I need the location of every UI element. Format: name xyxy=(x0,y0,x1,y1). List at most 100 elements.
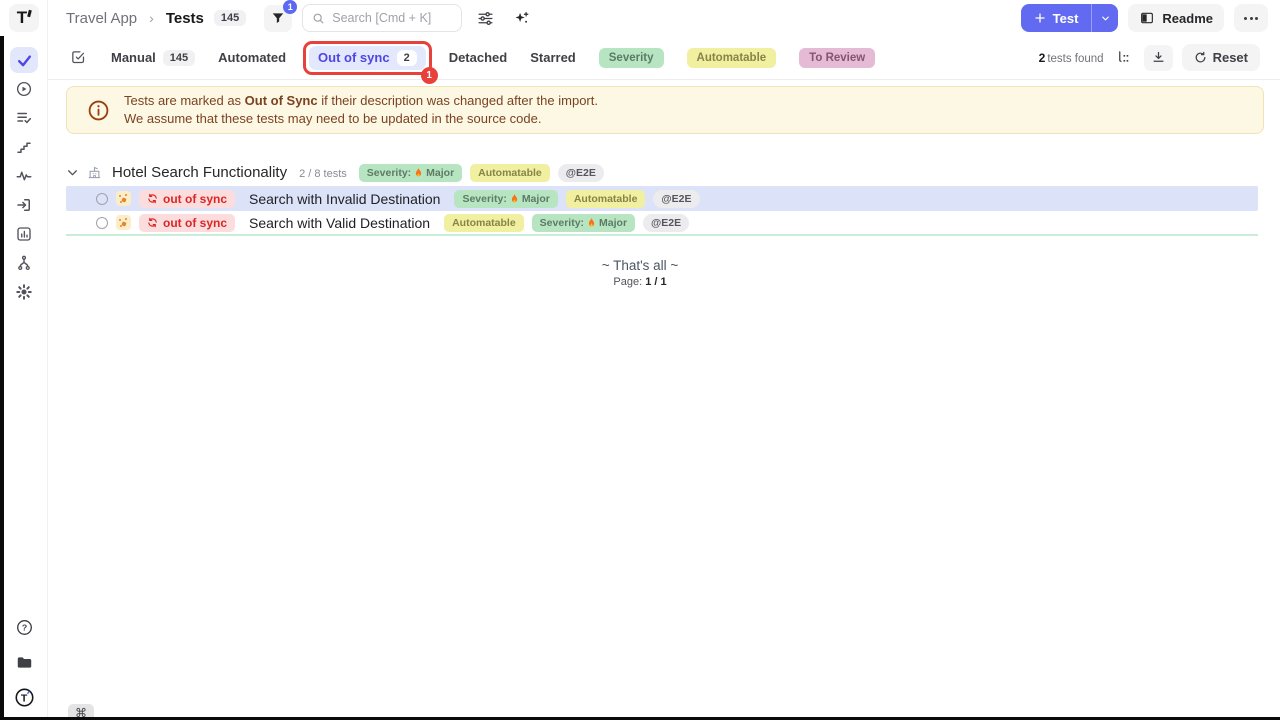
sidebar-item-branches[interactable] xyxy=(10,250,38,276)
view-settings-button[interactable] xyxy=(472,5,498,31)
flame-icon xyxy=(510,193,519,204)
readme-book-icon xyxy=(1139,10,1155,26)
tests-count-badge: 145 xyxy=(214,10,246,26)
tab-automated[interactable]: Automated xyxy=(218,50,286,65)
chevron-down-icon xyxy=(1100,13,1111,24)
new-test-label: Test xyxy=(1053,11,1079,26)
app-window: T xyxy=(0,0,1280,720)
header-actions: Test Readme xyxy=(1021,4,1268,32)
flame-icon xyxy=(587,217,596,228)
filter-pill-to-review[interactable]: To Review xyxy=(799,48,875,68)
bar-chart-icon xyxy=(15,225,33,243)
tab-detached[interactable]: Detached xyxy=(449,50,508,65)
window-edge-left xyxy=(0,36,4,720)
filter-count-badge: 1 xyxy=(283,0,297,14)
sidebar-item-reports[interactable] xyxy=(10,221,38,247)
test-title[interactable]: Search with Valid Destination xyxy=(249,215,430,231)
test-row[interactable]: out of sync Search with Invalid Destinat… xyxy=(66,186,1258,211)
app-logo-letter: T xyxy=(17,8,27,28)
flame-icon xyxy=(414,167,423,178)
ai-assist-button[interactable] xyxy=(508,5,534,31)
check-icon xyxy=(16,52,33,69)
sidebar-item-tests[interactable] xyxy=(10,47,38,73)
new-test-split-button: Test xyxy=(1021,4,1119,32)
filter-pill-automatable[interactable]: Automatable xyxy=(687,48,777,68)
suite-title[interactable]: Hotel Search Functionality xyxy=(112,164,287,181)
refresh-icon xyxy=(1194,51,1207,64)
gear-icon xyxy=(15,283,33,301)
tune-sliders-icon xyxy=(477,10,494,27)
filter-bar: Manual 145 Automated Out of sync 2 1 Det… xyxy=(48,36,1280,80)
tab-manual[interactable]: Manual 145 xyxy=(111,50,195,66)
test-row[interactable]: out of sync Search with Valid Destinatio… xyxy=(66,211,1258,236)
brand-circle-icon: T xyxy=(14,687,35,708)
sidebar-item-import[interactable] xyxy=(10,192,38,218)
info-icon xyxy=(87,99,110,122)
annotation-step-marker: 1 xyxy=(421,67,438,84)
select-all-icon xyxy=(70,49,87,66)
out-of-sync-banner: Tests are marked as Out of Sync if their… xyxy=(66,86,1264,134)
search-box xyxy=(302,4,462,32)
export-button[interactable] xyxy=(1144,45,1173,71)
suite-building-icon xyxy=(87,165,102,180)
sidebar-nav xyxy=(0,47,48,305)
sidebar-item-runs[interactable] xyxy=(10,76,38,102)
new-test-button[interactable]: Test xyxy=(1021,4,1093,32)
sidebar-item-settings[interactable] xyxy=(10,279,38,305)
app-logo-tick xyxy=(27,10,32,18)
banner-text: Tests are marked as Out of Sync if their… xyxy=(124,92,598,128)
test-badge-tag: @E2E xyxy=(643,214,689,232)
breadcrumb-section[interactable]: Tests xyxy=(166,10,204,27)
radio-select-icon[interactable] xyxy=(96,217,108,229)
git-branch-icon xyxy=(15,254,33,272)
suite-badge-tag: @E2E xyxy=(558,164,604,182)
out-of-sync-pill: out of sync xyxy=(139,190,235,208)
docs-button[interactable] xyxy=(10,649,38,675)
help-icon: ? xyxy=(15,618,34,637)
bulk-select-button[interactable] xyxy=(68,45,88,71)
radio-select-icon[interactable] xyxy=(96,193,108,205)
annotation-box: Out of sync 2 1 xyxy=(303,41,432,75)
out-of-sync-label: out of sync xyxy=(163,216,227,230)
more-actions-button[interactable] xyxy=(1234,4,1268,32)
help-button[interactable]: ? xyxy=(10,614,38,640)
end-of-list-message: ~ That's all ~ xyxy=(0,258,1280,273)
filter-pill-severity[interactable]: Severity xyxy=(599,48,664,68)
filter-button[interactable]: 1 xyxy=(264,5,292,32)
plus-icon xyxy=(1034,12,1046,24)
breadcrumb-project[interactable]: Travel App xyxy=(66,10,137,27)
test-badge-severity: Severity: Major xyxy=(454,190,557,208)
search-input[interactable] xyxy=(332,11,452,25)
play-circle-icon xyxy=(15,80,33,98)
tree-structure-icon xyxy=(1116,50,1131,65)
sidebar-item-steps[interactable] xyxy=(10,134,38,160)
tab-manual-count: 145 xyxy=(163,50,195,66)
svg-text:T: T xyxy=(20,692,27,704)
app-logo[interactable]: T xyxy=(9,4,39,32)
tab-manual-label: Manual xyxy=(111,50,156,65)
sidebar-item-plans[interactable] xyxy=(10,105,38,131)
tab-automated-label: Automated xyxy=(218,50,286,65)
page-value: 1 / 1 xyxy=(645,276,666,288)
collapse-chevron-icon[interactable] xyxy=(66,166,79,179)
stairs-icon xyxy=(15,138,33,156)
test-badge-tag: @E2E xyxy=(653,190,699,208)
funnel-icon xyxy=(271,11,285,25)
sync-arrows-icon xyxy=(147,193,158,204)
tab-out-of-sync[interactable]: Out of sync 2 xyxy=(309,46,426,70)
tab-starred[interactable]: Starred xyxy=(530,50,576,65)
tree-view-button[interactable] xyxy=(1113,45,1135,71)
test-badge-automatable: Automatable xyxy=(444,214,524,232)
banner-line-1: Tests are marked as Out of Sync if their… xyxy=(124,92,598,110)
new-test-dropdown-button[interactable] xyxy=(1092,4,1118,32)
readme-label: Readme xyxy=(1162,11,1213,26)
readme-button[interactable]: Readme xyxy=(1128,4,1224,32)
reset-button[interactable]: Reset xyxy=(1182,44,1260,71)
import-box-icon xyxy=(15,196,33,214)
ellipsis-icon xyxy=(1244,17,1258,20)
test-title[interactable]: Search with Invalid Destination xyxy=(249,191,440,207)
list-check-icon xyxy=(15,109,33,127)
brand-button[interactable]: T xyxy=(10,684,38,710)
sidebar-item-analytics[interactable] xyxy=(10,163,38,189)
test-badge-automatable: Automatable xyxy=(566,190,646,208)
